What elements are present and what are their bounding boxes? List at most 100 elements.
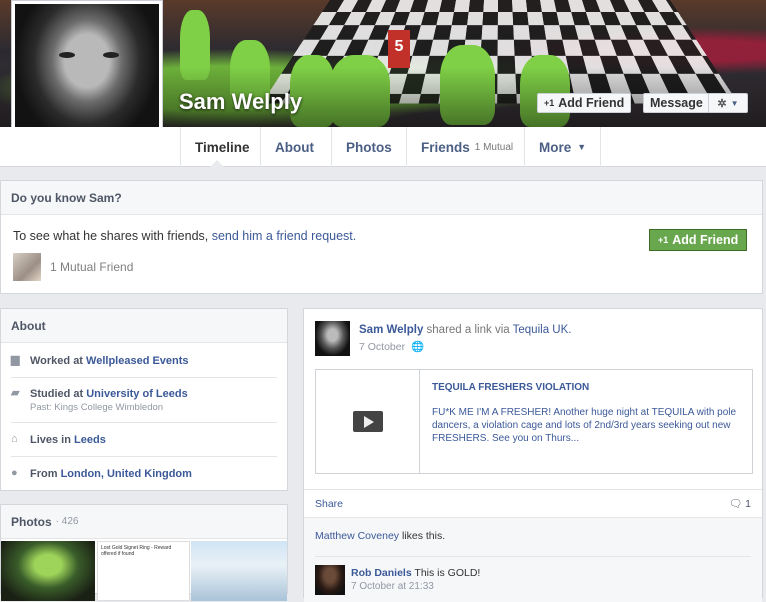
mutual-friend-avatar[interactable] xyxy=(13,253,41,281)
tab-label: Timeline xyxy=(195,140,250,155)
divider xyxy=(11,422,277,423)
add-friend-icon: +1 xyxy=(544,98,554,108)
about-card: About ▆ Worked at Wellpleased Events ▰ S… xyxy=(0,308,288,491)
share-link[interactable]: Share xyxy=(315,498,343,510)
photos-count: · 426 xyxy=(56,516,79,527)
tab-photos[interactable]: Photos xyxy=(331,127,406,167)
post-via-link[interactable]: Tequila UK. xyxy=(513,324,572,336)
friend-request-prompt: To see what he shares with friends, send… xyxy=(13,229,356,243)
post-author-link[interactable]: Sam Welply xyxy=(359,324,423,336)
post-action-text: shared a link via xyxy=(423,324,512,336)
photos-heading[interactable]: Photos · 426 xyxy=(1,505,287,539)
comment-count-value: 1 xyxy=(745,498,751,510)
avatar-eye xyxy=(59,52,75,58)
gear-icon: ✲ xyxy=(717,97,726,110)
add-friend-label: Add Friend xyxy=(558,96,624,110)
work-link[interactable]: Wellpleased Events xyxy=(86,355,189,367)
add-friend-label: Add Friend xyxy=(672,233,738,247)
divider xyxy=(11,377,277,378)
tab-label: More xyxy=(539,140,571,155)
about-work: ▆ Worked at Wellpleased Events xyxy=(11,355,277,367)
mutual-friend-row[interactable]: 1 Mutual Friend xyxy=(13,253,133,281)
settings-dropdown-button[interactable]: ✲ ▼ xyxy=(708,93,748,113)
comment: Rob Daniels This is GOLD! 7 October at 2… xyxy=(315,556,751,565)
send-friend-request-link[interactable]: send him a friend request. xyxy=(212,229,357,243)
shared-link-title[interactable]: TEQUILA FRESHERS VIOLATION xyxy=(432,382,589,393)
post-header: Sam Welply shared a link via Tequila UK. xyxy=(359,324,571,336)
message-button[interactable]: Message xyxy=(643,93,710,113)
divider xyxy=(11,456,277,457)
education-link[interactable]: University of Leeds xyxy=(86,388,187,400)
thumbnail-caption: Lost Gold Signet Ring - Reward offered i… xyxy=(98,542,189,560)
chevron-down-icon: ▼ xyxy=(731,99,739,108)
briefcase-icon: ▆ xyxy=(11,355,22,366)
do-you-know-box: Do you know Sam? To see what he shares w… xyxy=(0,180,763,294)
message-label: Message xyxy=(650,96,703,110)
education-past: Past: Kings College Wimbledon xyxy=(30,402,188,413)
timeline-post: Sam Welply shared a link via Tequila UK.… xyxy=(303,308,763,598)
about-heading[interactable]: About xyxy=(1,309,287,343)
about-education-text: Studied at University of Leeds Past: King… xyxy=(30,388,188,413)
photo-thumbnail[interactable] xyxy=(1,541,95,601)
globe-icon: 🌐 xyxy=(411,341,424,353)
photo-thumbnail[interactable]: Lost Gold Signet Ring - Reward offered i… xyxy=(97,541,190,601)
about-prefix: From xyxy=(30,468,61,480)
about-from: ● From London, United Kingdom xyxy=(11,468,277,480)
about-from-text: From London, United Kingdom xyxy=(30,468,192,480)
comment-icon: 🗨 xyxy=(729,497,742,510)
avatar xyxy=(15,4,159,146)
about-prefix: Worked at xyxy=(30,355,86,367)
post-feedback: Matthew Coveney likes this. Rob Daniels … xyxy=(304,517,762,602)
shared-link-preview[interactable]: TEQUILA FRESHERS VIOLATION FU*K ME I'M A… xyxy=(315,369,753,474)
photos-heading-label: Photos xyxy=(11,515,52,529)
tab-about[interactable]: About xyxy=(260,127,328,167)
photo-thumbnail[interactable] xyxy=(191,541,287,601)
likes-suffix: likes this. xyxy=(399,530,445,542)
house-icon: ⌂ xyxy=(11,434,22,445)
avatar-eye xyxy=(103,52,119,58)
about-work-text: Worked at Wellpleased Events xyxy=(30,355,189,367)
add-friend-icon: +1 xyxy=(658,235,668,245)
tab-label: Photos xyxy=(346,140,392,155)
comment-body: Rob Daniels This is GOLD! xyxy=(351,567,480,579)
commenter-avatar[interactable] xyxy=(315,565,345,595)
lives-link[interactable]: Leeds xyxy=(74,434,106,446)
post-author-avatar[interactable] xyxy=(315,321,350,356)
add-friend-green-button[interactable]: +1 Add Friend xyxy=(649,229,747,251)
active-tab-pointer xyxy=(210,160,224,167)
post-actions: Share 🗨 1 xyxy=(304,489,762,517)
about-lives-text: Lives in Leeds xyxy=(30,434,106,446)
tab-label: Friends xyxy=(421,140,470,155)
from-link[interactable]: London, United Kingdom xyxy=(61,468,192,480)
graduation-cap-icon: ▰ xyxy=(11,388,22,399)
about-prefix: Lives in xyxy=(30,434,74,446)
do-you-know-heading: Do you know Sam? xyxy=(1,181,762,215)
location-pin-icon: ● xyxy=(11,468,22,479)
table-number-marker: 5 xyxy=(388,30,410,68)
about-lives: ⌂ Lives in Leeds xyxy=(11,434,277,446)
tab-sublabel: 1 Mutual xyxy=(475,142,513,153)
about-prefix: Studied at xyxy=(30,388,86,400)
commenter-link[interactable]: Rob Daniels xyxy=(351,567,412,579)
tab-label: About xyxy=(275,140,314,155)
video-thumbnail[interactable] xyxy=(316,370,420,473)
likes-sentence: Matthew Coveney likes this. xyxy=(315,530,445,542)
liker-link[interactable]: Matthew Coveney xyxy=(315,530,399,542)
tab-more[interactable]: More ▼ xyxy=(524,127,601,167)
prompt-text: To see what he shares with friends, xyxy=(13,229,212,243)
about-education: ▰ Studied at University of Leeds Past: Ki… xyxy=(11,388,277,413)
chevron-down-icon: ▼ xyxy=(577,142,586,152)
mutual-friend-label[interactable]: 1 Mutual Friend xyxy=(50,260,133,274)
play-icon xyxy=(353,411,383,432)
post-date-text: 7 October xyxy=(359,341,405,353)
profile-tabbar: Timeline About Photos Friends 1 Mutual M… xyxy=(0,127,766,167)
photos-card: Photos · 426 Lost Gold Signet Ring - Rew… xyxy=(0,504,288,594)
comment-timestamp[interactable]: 7 October at 21:33 xyxy=(351,581,434,592)
shared-link-description: FU*K ME I'M A FRESHER! Another huge nigh… xyxy=(432,406,748,445)
tab-friends[interactable]: Friends 1 Mutual xyxy=(406,127,527,167)
profile-name[interactable]: Sam Welply xyxy=(179,89,302,115)
add-friend-button[interactable]: +1 Add Friend xyxy=(537,93,631,113)
comment-text: This is GOLD! xyxy=(412,567,481,579)
post-timestamp[interactable]: 7 October 🌐 xyxy=(359,340,424,353)
comment-count[interactable]: 🗨 1 xyxy=(729,497,751,510)
